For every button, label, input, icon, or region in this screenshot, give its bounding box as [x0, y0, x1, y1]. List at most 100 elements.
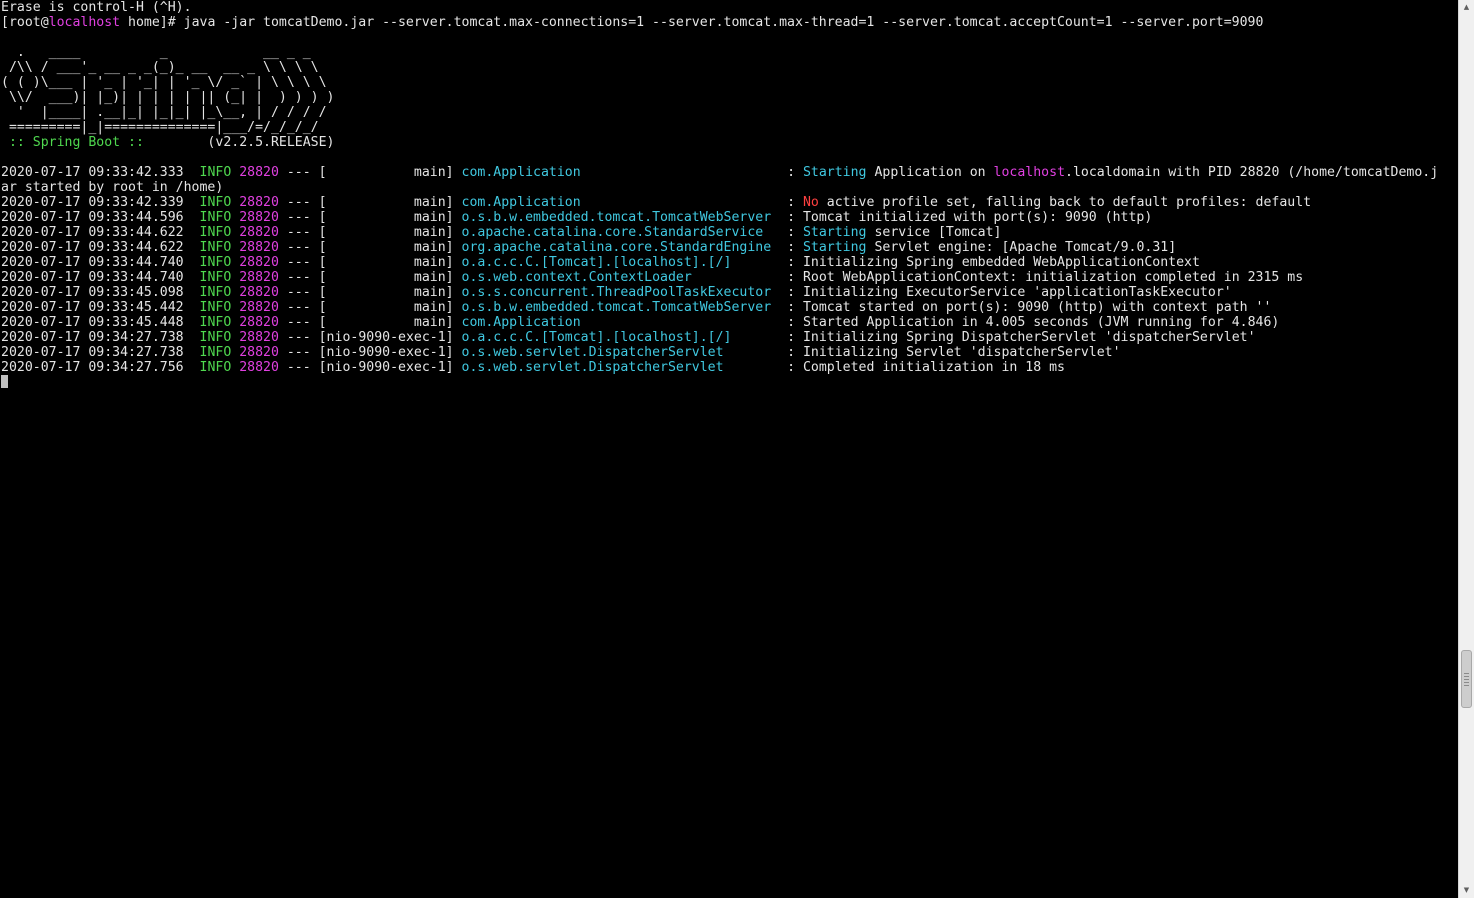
terminal-text: home]# java -jar tomcatDemo.jar --server… — [120, 15, 1264, 30]
terminal-line: \\/ ___)| |_)| | | | | || (_| | ) ) ) ) — [1, 90, 1438, 105]
terminal-line: 2020-07-17 09:33:44.740 INFO 28820 --- [… — [1, 270, 1438, 285]
terminal-text: /\\ / ___'_ __ _ _(_)_ __ __ _ \ \ \ \ — [1, 60, 319, 75]
terminal-text: 28820 — [239, 225, 279, 240]
terminal-output: Erase is control-H (^H). [root@localhost … — [1, 0, 1438, 390]
terminal-text: \\/ ___)| |_)| | | | | || (_| | ) ) ) ) — [1, 90, 335, 105]
terminal-text: ( ( )\___ | '_ | '_| | '_ \/ _` | \ \ \ … — [1, 75, 327, 90]
terminal-line: ' |____| .__|_| |_|_| |_\__, | / / / / — [1, 105, 1438, 120]
terminal-text: : Initializing Servlet 'dispatcherServle… — [779, 345, 1121, 360]
terminal-line: 2020-07-17 09:33:45.442 INFO 28820 --- [… — [1, 300, 1438, 315]
terminal-text: INFO — [199, 300, 232, 315]
terminal-text: --- [ main] — [278, 165, 462, 180]
terminal-text: --- [ main] — [278, 285, 462, 300]
terminal-text: : Root WebApplicationContext: initializa… — [779, 270, 1304, 285]
terminal-text: 2020-07-17 09:33:44.622 — [1, 240, 200, 255]
terminal-text: 28820 — [239, 165, 279, 180]
terminal-line: . ____ _ __ _ _ — [1, 45, 1438, 60]
thumb-grip-line — [1464, 685, 1469, 686]
terminal-text: : Initializing ExecutorService 'applicat… — [779, 285, 1232, 300]
terminal-text: --- [ main] — [278, 255, 462, 270]
terminal-text: 2020-07-17 09:33:44.740 — [1, 270, 200, 285]
terminal-line: 2020-07-17 09:33:42.333 INFO 28820 --- [… — [1, 165, 1438, 180]
terminal-text: INFO — [199, 225, 232, 240]
terminal-text: --- [nio-9090-exec-1] — [278, 330, 462, 345]
terminal-text: active profile set, falling back to defa… — [818, 195, 1312, 210]
terminal-text: : — [779, 165, 803, 180]
terminal-text: o.s.b.w.embedded.tomcat.TomcatWebServer — [461, 210, 780, 225]
terminal-text: : Initializing Spring DispatcherServlet … — [779, 330, 1256, 345]
terminal-text: 2020-07-17 09:33:44.622 — [1, 225, 200, 240]
terminal-text: INFO — [199, 255, 232, 270]
terminal-text: : — [779, 195, 803, 210]
terminal-text: service [Tomcat] — [866, 225, 1002, 240]
terminal-text: : Started Application in 4.005 seconds (… — [779, 315, 1280, 330]
terminal-text: : Tomcat started on port(s): 9090 (http)… — [779, 300, 1272, 315]
terminal-text: : — [779, 225, 803, 240]
terminal-text: : Tomcat initialized with port(s): 9090 … — [779, 210, 1153, 225]
terminal-text: 2020-07-17 09:33:42.333 — [1, 165, 200, 180]
terminal-text: o.a.c.c.C.[Tomcat].[localhost].[/] — [461, 255, 780, 270]
terminal-line: :: Spring Boot :: (v2.2.5.RELEASE) — [1, 135, 1438, 150]
terminal-text: =========|_|==============|___/=/_/_/_/ — [1, 120, 319, 135]
terminal-text: Servlet engine: [Apache Tomcat/9.0.31] — [866, 240, 1177, 255]
terminal-text: INFO — [199, 210, 232, 225]
terminal-line: 2020-07-17 09:33:44.622 INFO 28820 --- [… — [1, 240, 1438, 255]
terminal-text: .localdomain with PID 28820 (/home/tomca… — [1065, 165, 1439, 180]
terminal-text: INFO — [199, 360, 232, 375]
terminal-text: 28820 — [239, 210, 279, 225]
terminal-text: 28820 — [239, 255, 279, 270]
terminal-text: o.s.web.servlet.DispatcherServlet — [461, 345, 780, 360]
terminal-line: 2020-07-17 09:33:45.098 INFO 28820 --- [… — [1, 285, 1438, 300]
terminal-text: Starting — [802, 165, 867, 180]
terminal-text: 28820 — [239, 300, 279, 315]
terminal-text: INFO — [199, 270, 232, 285]
terminal-text: [root@ — [1, 15, 49, 30]
terminal-text: o.s.b.w.embedded.tomcat.TomcatWebServer — [461, 300, 780, 315]
terminal-text: ar started by root in /home) — [1, 180, 224, 195]
terminal-text: localhost — [993, 165, 1066, 180]
terminal-text: (v2.2.5.RELEASE) — [151, 135, 335, 150]
vertical-scrollbar[interactable]: ▲ ▼ — [1458, 0, 1474, 898]
terminal-text: 28820 — [239, 240, 279, 255]
terminal-line: [root@localhost home]# java -jar tomcatD… — [1, 15, 1438, 30]
terminal-text: 2020-07-17 09:33:45.448 — [1, 315, 200, 330]
prompt-line[interactable] — [1, 375, 1438, 390]
terminal-text: 2020-07-17 09:33:45.442 — [1, 300, 200, 315]
terminal-text: ' |____| .__|_| |_|_| |_\__, | / / / / — [1, 105, 327, 120]
terminal-line: ( ( )\___ | '_ | '_| | '_ \/ _` | \ \ \ … — [1, 75, 1438, 90]
terminal-text: com.Application — [461, 315, 780, 330]
terminal-text: --- [ main] — [278, 225, 462, 240]
terminal-text: --- [ main] — [278, 195, 462, 210]
terminal-text: com.Application — [461, 195, 780, 210]
terminal-text: 28820 — [239, 345, 279, 360]
terminal-text: INFO — [199, 345, 232, 360]
thumb-grip-line — [1464, 673, 1469, 674]
thumb-grip-line — [1464, 682, 1469, 683]
arrow-up-icon[interactable]: ▲ — [1459, 0, 1474, 15]
terminal-text: 2020-07-17 09:33:42.339 — [1, 195, 200, 210]
terminal-text: Starting — [802, 225, 867, 240]
terminal-text: --- [ main] — [278, 210, 462, 225]
terminal-text: o.apache.catalina.core.StandardService — [461, 225, 780, 240]
terminal-line: 2020-07-17 09:34:27.738 INFO 28820 --- [… — [1, 330, 1438, 345]
terminal-text: INFO — [199, 330, 232, 345]
terminal-line: /\\ / ___'_ __ _ _(_)_ __ __ _ \ \ \ \ — [1, 60, 1438, 75]
terminal-text: --- [ main] — [278, 270, 462, 285]
text-cursor — [1, 375, 8, 388]
terminal-line: 2020-07-17 09:33:44.596 INFO 28820 --- [… — [1, 210, 1438, 225]
arrow-down-icon[interactable]: ▼ — [1459, 883, 1474, 898]
terminal-text: --- [nio-9090-exec-1] — [278, 360, 462, 375]
terminal-text: o.s.web.context.ContextLoader — [461, 270, 780, 285]
scrollbar-thumb[interactable] — [1461, 650, 1472, 708]
terminal-text: 2020-07-17 09:33:44.740 — [1, 255, 200, 270]
terminal-window[interactable]: Erase is control-H (^H). [root@localhost … — [0, 0, 1458, 898]
terminal-text: INFO — [199, 315, 232, 330]
terminal-line: Erase is control-H (^H). — [1, 0, 1438, 15]
terminal-text: INFO — [199, 285, 232, 300]
terminal-text: --- [ main] — [278, 300, 462, 315]
terminal-line: 2020-07-17 09:33:44.622 INFO 28820 --- [… — [1, 225, 1438, 240]
terminal-text: o.s.s.concurrent.ThreadPoolTaskExecutor — [461, 285, 780, 300]
terminal-text: 2020-07-17 09:34:27.738 — [1, 330, 200, 345]
